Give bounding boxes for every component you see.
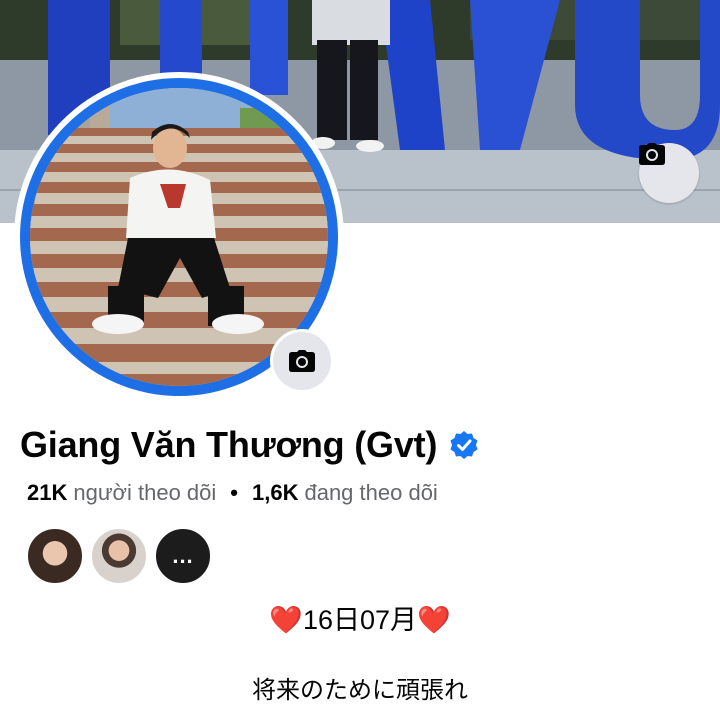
profile-name: Giang Văn Thương (Gvt) bbox=[20, 424, 438, 465]
more-icon: ... bbox=[172, 543, 194, 568]
bio-date-text: 16日07月 bbox=[302, 605, 418, 635]
following-label[interactable]: đang theo dõi bbox=[304, 480, 437, 506]
avatar-camera-button[interactable] bbox=[270, 329, 334, 393]
following-count[interactable]: 1,6K bbox=[252, 480, 298, 506]
bio-line-1: ❤️16日07月❤️ bbox=[0, 598, 720, 637]
follow-stats: 21K người theo dõi • 1,6K đang theo dõi bbox=[27, 478, 438, 508]
follower-avatar[interactable] bbox=[90, 527, 148, 585]
followers-label[interactable]: người theo dõi bbox=[73, 480, 216, 506]
camera-icon bbox=[639, 143, 665, 165]
bio-line-2: 将来のために頑張れ bbox=[252, 677, 468, 704]
heart-icon: ❤️ bbox=[269, 605, 303, 635]
cover-camera-button[interactable] bbox=[639, 143, 699, 203]
follower-avatar[interactable] bbox=[26, 527, 84, 585]
follower-avatars: ... bbox=[26, 527, 218, 585]
verified-badge-icon bbox=[450, 431, 478, 459]
camera-icon bbox=[289, 350, 315, 372]
more-followers-button[interactable]: ... bbox=[154, 527, 212, 585]
heart-icon: ❤️ bbox=[417, 605, 451, 635]
stats-separator: • bbox=[230, 480, 238, 505]
profile-name-row: Giang Văn Thương (Gvt) bbox=[20, 420, 479, 470]
followers-count[interactable]: 21K bbox=[27, 480, 67, 506]
